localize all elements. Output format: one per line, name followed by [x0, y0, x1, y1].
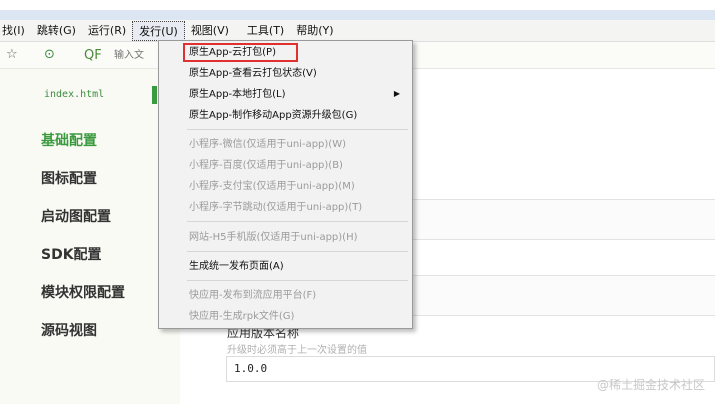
nav-source-view[interactable]: 源码视图: [41, 320, 97, 340]
menu-tools[interactable]: 工具(T): [235, 21, 290, 41]
file-tab-index-html[interactable]: index.html: [44, 89, 104, 100]
menu-item-mp-weixin[interactable]: 小程序-微信(仅适用于uni-app)(W): [189, 137, 346, 153]
menu-separator: [187, 129, 408, 130]
search-icon: QF: [84, 48, 102, 63]
menu-publish[interactable]: 发行(U): [132, 20, 185, 41]
publish-dropdown-menu: 原生App-云打包(P) 原生App-查看云打包状态(V) 原生App-本地打包…: [158, 40, 413, 329]
menu-item-native-resource-upgrade[interactable]: 原生App-制作移动App资源升级包(G): [189, 108, 357, 124]
app-version-name-hint: 升级时必须高于上一次设置的值: [227, 345, 367, 356]
menu-item-mp-alipay[interactable]: 小程序-支付宝(仅适用于uni-app)(M): [189, 179, 355, 195]
menu-help[interactable]: 帮助(Y): [290, 21, 339, 41]
nav-sdk-config[interactable]: SDK配置: [41, 244, 102, 264]
menu-item-quickapp-rpk[interactable]: 快应用-生成rpk文件(G): [189, 309, 294, 325]
nav-module-permission-config[interactable]: 模块权限配置: [41, 282, 125, 302]
menu-item-mp-baidu[interactable]: 小程序-百度(仅适用于uni-app)(B): [189, 158, 343, 174]
nav-splash-config[interactable]: 启动图配置: [41, 206, 111, 226]
menu-separator: [187, 251, 408, 252]
menu-separator: [187, 221, 408, 222]
submenu-arrow-icon: ▶: [393, 89, 400, 98]
menu-separator: [187, 280, 408, 281]
menubar: 找(I) 跳转(G) 运行(R) 发行(U) 视图(V) 工具(T) 帮助(Y): [0, 20, 715, 42]
active-tab-marker: [152, 86, 157, 104]
menu-find[interactable]: 找(I): [0, 21, 31, 41]
menu-item-quickapp-publish[interactable]: 快应用-发布到流应用平台(F): [189, 288, 316, 304]
search-input[interactable]: [114, 46, 162, 64]
star-icon[interactable]: ☆: [6, 48, 18, 62]
menu-item-h5-mobile[interactable]: 网站-H5手机版(仅适用于uni-app)(H): [189, 230, 358, 246]
window-top-strip: [0, 0, 715, 20]
menu-item-native-local-pack[interactable]: 原生App-本地打包(L): [189, 87, 286, 103]
nav-icon-config[interactable]: 图标配置: [41, 168, 97, 188]
title-bar-edge: [0, 10, 715, 20]
menu-item-native-cloud-status[interactable]: 原生App-查看云打包状态(V): [189, 66, 317, 82]
menu-item-native-cloud-pack[interactable]: 原生App-云打包(P): [189, 45, 276, 61]
settings-nav-panel: index.html 基础配置 图标配置 启动图配置 SDK配置 模块权限配置 …: [0, 69, 180, 404]
menu-goto[interactable]: 跳转(G): [31, 21, 82, 41]
watermark: @稀土掘金技术社区: [596, 378, 705, 392]
nav-basic-config[interactable]: 基础配置: [41, 130, 97, 150]
menu-run[interactable]: 运行(R): [82, 21, 132, 41]
menu-item-mp-toutiao[interactable]: 小程序-字节跳动(仅适用于uni-app)(T): [189, 200, 362, 216]
app-version-name-value: 1.0.0: [234, 362, 268, 375]
menu-view[interactable]: 视图(V): [185, 21, 235, 41]
run-circle-icon[interactable]: ⊙: [44, 48, 55, 62]
menu-item-unified-publish-page[interactable]: 生成统一发布页面(A): [189, 259, 284, 275]
